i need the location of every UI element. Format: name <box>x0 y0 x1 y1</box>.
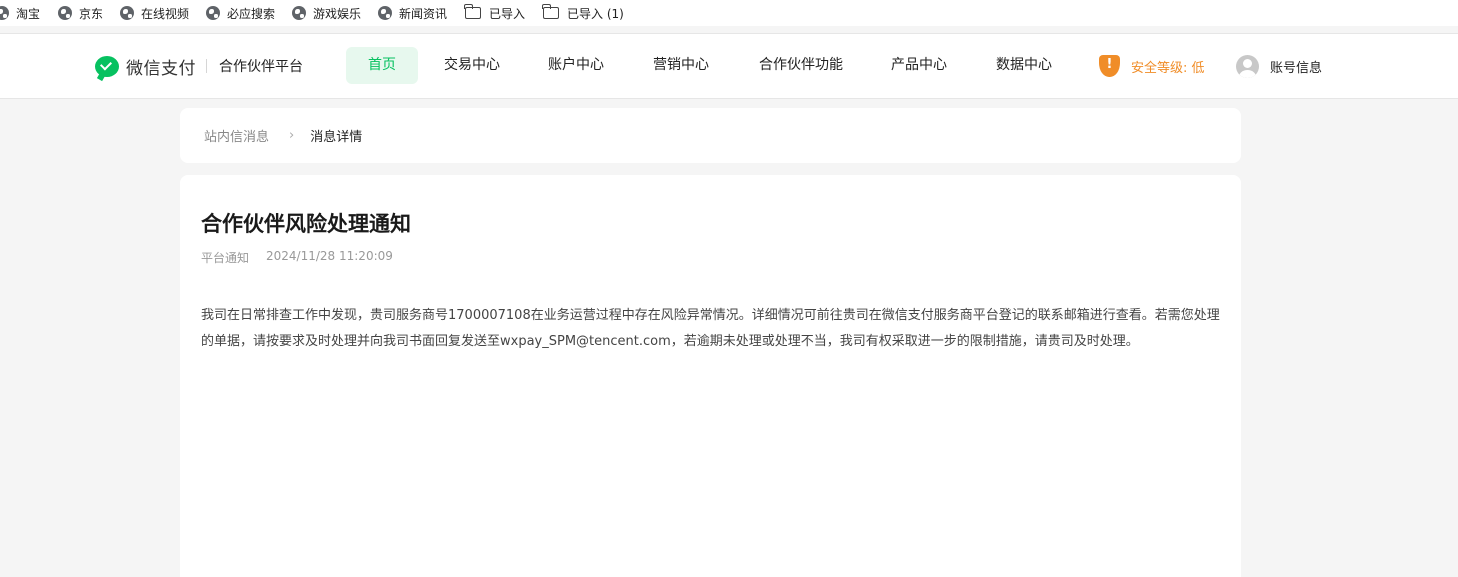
globe-icon <box>0 6 9 20</box>
breadcrumb: 站内信消息 › 消息详情 <box>180 108 1241 163</box>
avatar-icon <box>1236 54 1259 78</box>
bookmark-video[interactable]: 在线视频 <box>120 0 189 26</box>
bookmark-label: 游戏娱乐 <box>313 6 362 21</box>
globe-icon <box>206 6 220 20</box>
breadcrumb-messages-link[interactable]: 站内信消息 <box>204 126 269 145</box>
breadcrumb-current: 消息详情 <box>310 130 363 145</box>
bookmark-folder-imported[interactable]: 已导入 <box>464 0 526 26</box>
nav-products[interactable]: 产品中心 <box>884 47 954 84</box>
folder-icon <box>542 4 559 19</box>
nav-partner-functions[interactable]: 合作伙伴功能 <box>752 47 850 84</box>
message-body: 我司在日常排查工作中发现，贵司服务商号1700007108在业务运营过程中存在风… <box>201 308 1220 349</box>
message-category: 平台通知 <box>201 251 250 265</box>
globe-icon <box>378 6 392 20</box>
nav-home[interactable]: 首页 <box>346 47 418 84</box>
bookmark-label: 在线视频 <box>141 6 190 21</box>
security-level-label: 安全等级: 低 <box>1131 60 1205 76</box>
wechat-pay-logo[interactable]: 微信支付 合作伙伴平台 <box>95 54 303 79</box>
bookmark-jd[interactable]: 京东 <box>58 0 103 26</box>
top-header: 微信支付 合作伙伴平台 首页 交易中心 账户中心 营销中心 合作伙伴功能 产品中… <box>0 33 1458 99</box>
message-detail-card: 合作伙伴风险处理通知 平台通知 2024/11/28 11:20:09 我司在日… <box>180 175 1241 577</box>
nav-marketing[interactable]: 营销中心 <box>646 47 716 84</box>
globe-icon <box>58 6 72 20</box>
platform-name: 合作伙伴平台 <box>219 59 303 75</box>
logo-divider <box>206 59 207 73</box>
bookmark-label: 已导入 <box>489 6 526 21</box>
bookmark-label: 新闻资讯 <box>399 6 448 21</box>
bookmark-label: 京东 <box>79 6 104 21</box>
globe-icon <box>292 6 306 20</box>
account-info[interactable]: 账号信息 <box>1236 54 1322 78</box>
folder-icon <box>464 4 481 19</box>
globe-icon <box>120 6 134 20</box>
bookmark-folder-imported-1[interactable]: 已导入 (1) <box>542 0 624 26</box>
chevron-right-icon: › <box>289 128 295 143</box>
bookmark-bing[interactable]: 必应搜索 <box>206 0 275 26</box>
bookmark-label: 必应搜索 <box>227 6 276 21</box>
nav-account-center[interactable]: 账户中心 <box>541 47 611 84</box>
bookmarks-bar: 淘宝 京东 在线视频 必应搜索 游戏娱乐 新闻资讯 已导入 已导入 (1) <box>0 0 1458 26</box>
wechat-pay-icon <box>95 55 119 77</box>
nav-data-center[interactable]: 数据中心 <box>989 47 1059 84</box>
security-level[interactable]: ! 安全等级: 低 <box>1099 54 1205 78</box>
bookmark-label: 已导入 (1) <box>567 6 624 21</box>
bookmark-games[interactable]: 游戏娱乐 <box>292 0 361 26</box>
account-info-label: 账号信息 <box>1270 60 1323 76</box>
bookmark-label: 淘宝 <box>16 6 41 21</box>
nav-transactions[interactable]: 交易中心 <box>437 47 507 84</box>
bookmark-taobao[interactable]: 淘宝 <box>0 0 40 26</box>
message-timestamp: 2024/11/28 11:20:09 <box>266 249 393 263</box>
shield-warning-icon: ! <box>1099 55 1120 77</box>
message-title: 合作伙伴风险处理通知 <box>201 212 411 236</box>
logo-text: 微信支付 <box>126 58 196 79</box>
bookmark-news[interactable]: 新闻资讯 <box>378 0 447 26</box>
message-meta: 平台通知 2024/11/28 11:20:09 <box>201 249 393 266</box>
